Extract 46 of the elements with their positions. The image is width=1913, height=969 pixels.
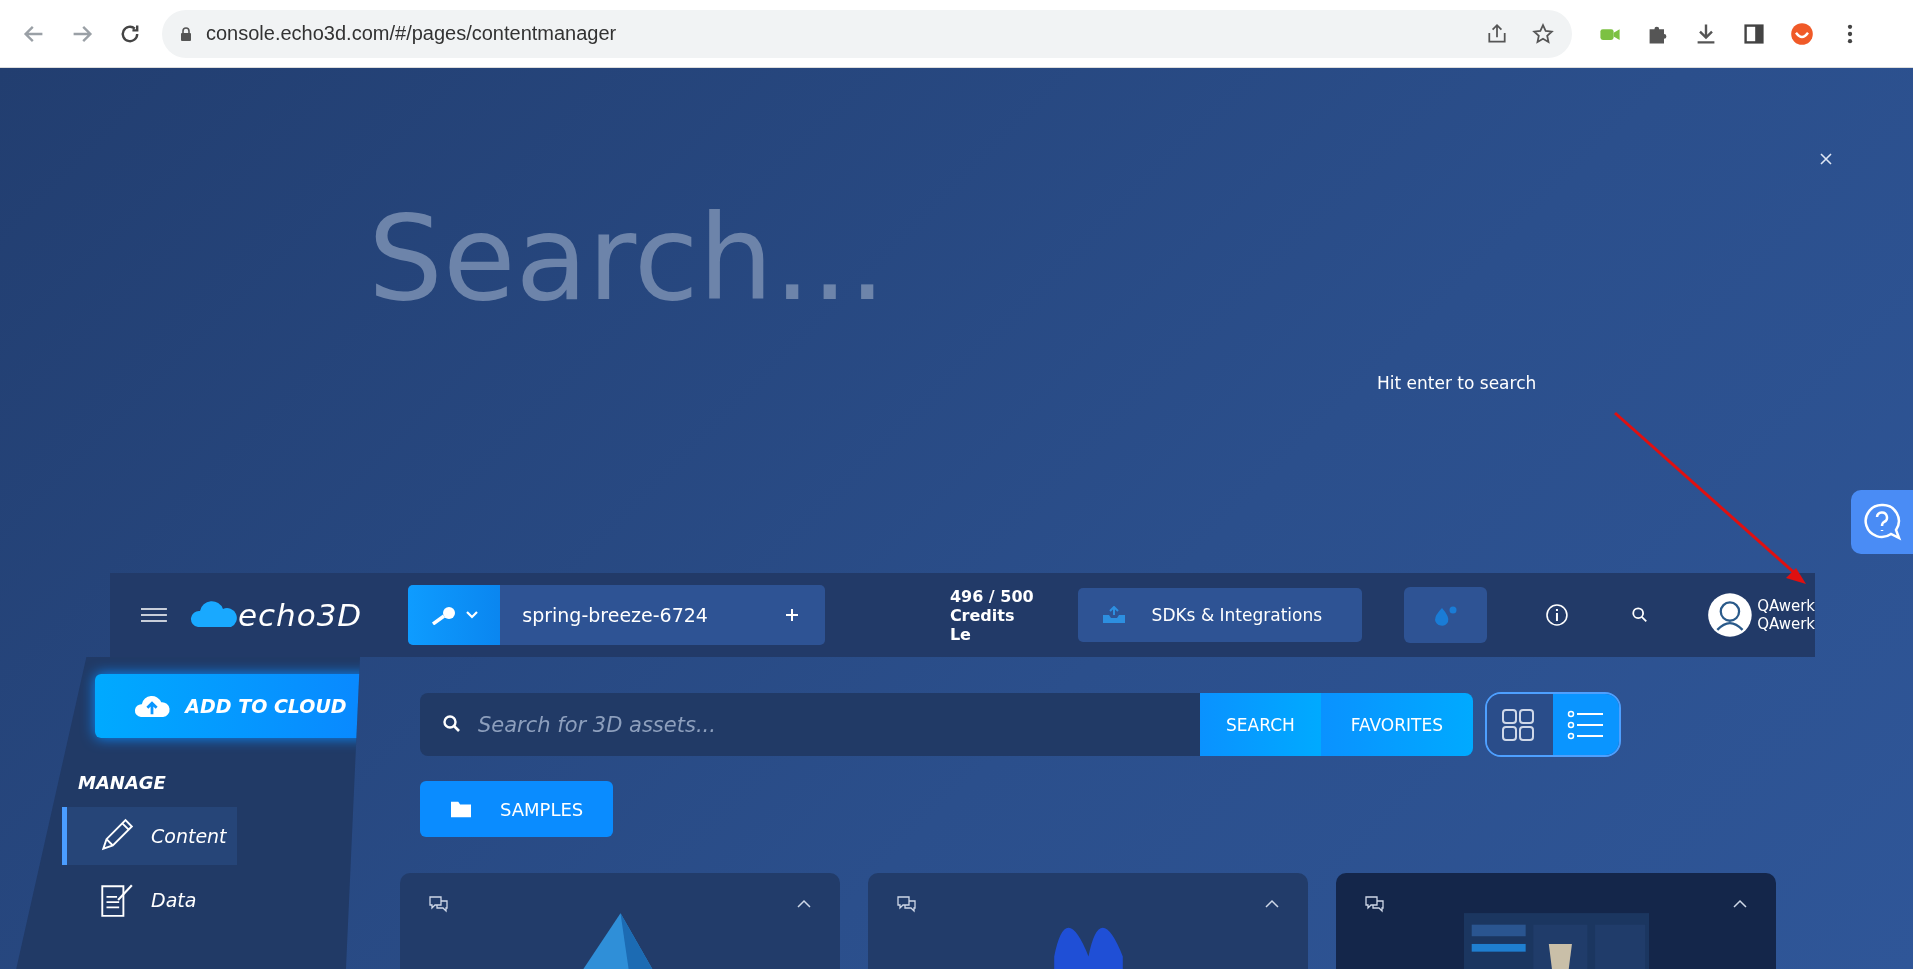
credits-label: Credits Le xyxy=(949,605,1016,644)
drops-button[interactable] xyxy=(1403,587,1488,643)
side-panel-icon[interactable] xyxy=(1742,21,1766,46)
plus-icon[interactable] xyxy=(784,608,799,622)
cloud-logo-icon xyxy=(189,601,238,629)
key-icon xyxy=(429,605,458,625)
star-icon[interactable] xyxy=(1532,22,1554,45)
address-bar[interactable]: console.echo3d.com/#/pages/contentmanager xyxy=(162,9,1572,58)
key-button[interactable] xyxy=(408,585,501,645)
grid-view-button[interactable] xyxy=(1487,694,1553,755)
tray-icon xyxy=(1101,606,1126,624)
url-text: console.echo3d.com/#/pages/contentmanager xyxy=(206,22,617,45)
chevron-up-icon[interactable] xyxy=(1732,898,1748,910)
avatar-icon[interactable] xyxy=(1707,592,1754,638)
section-heading: MANAGE xyxy=(78,772,166,793)
project-selector[interactable]: spring-breeze-6724 xyxy=(408,585,825,645)
profile-icon[interactable] xyxy=(1790,21,1814,46)
hamburger-menu-icon[interactable] xyxy=(140,607,168,623)
user-name[interactable]: QAwerk xyxy=(1757,597,1815,615)
project-name: spring-breeze-6724 xyxy=(522,604,709,626)
list-view-button[interactable] xyxy=(1553,694,1619,755)
chevron-up-icon[interactable] xyxy=(1264,898,1280,910)
lock-icon xyxy=(180,26,192,41)
share-icon[interactable] xyxy=(1486,22,1508,45)
help-button[interactable] xyxy=(1851,490,1913,554)
user-name[interactable]: QAwerk xyxy=(1757,615,1815,633)
comments-icon xyxy=(896,895,916,913)
credits-count: 496 / 500 xyxy=(949,586,1034,606)
sidebar-item[interactable]: Data xyxy=(62,871,207,929)
folder-icon xyxy=(450,799,472,819)
search-hint: Hit enter to search xyxy=(1377,373,1537,393)
help-icon xyxy=(1862,502,1902,542)
cloud-upload-icon xyxy=(133,694,172,718)
asset-search-field[interactable]: Search for 3D assets... xyxy=(420,693,1200,756)
search-input[interactable]: Search... xyxy=(368,183,1268,333)
sdk-integrations-button[interactable]: SDKs & Integrations xyxy=(1077,588,1362,642)
search-icon[interactable] xyxy=(1631,606,1650,624)
info-icon[interactable] xyxy=(1545,603,1570,627)
chevron-up-icon[interactable] xyxy=(796,898,812,910)
logo-text: echo3D xyxy=(237,597,363,633)
comments-icon xyxy=(428,895,448,913)
sidebar-item[interactable]: Content xyxy=(62,807,237,865)
comments-icon xyxy=(1364,895,1384,913)
search-icon xyxy=(442,714,462,734)
close-icon[interactable] xyxy=(1819,152,1833,166)
chevron-down-icon xyxy=(465,610,480,620)
